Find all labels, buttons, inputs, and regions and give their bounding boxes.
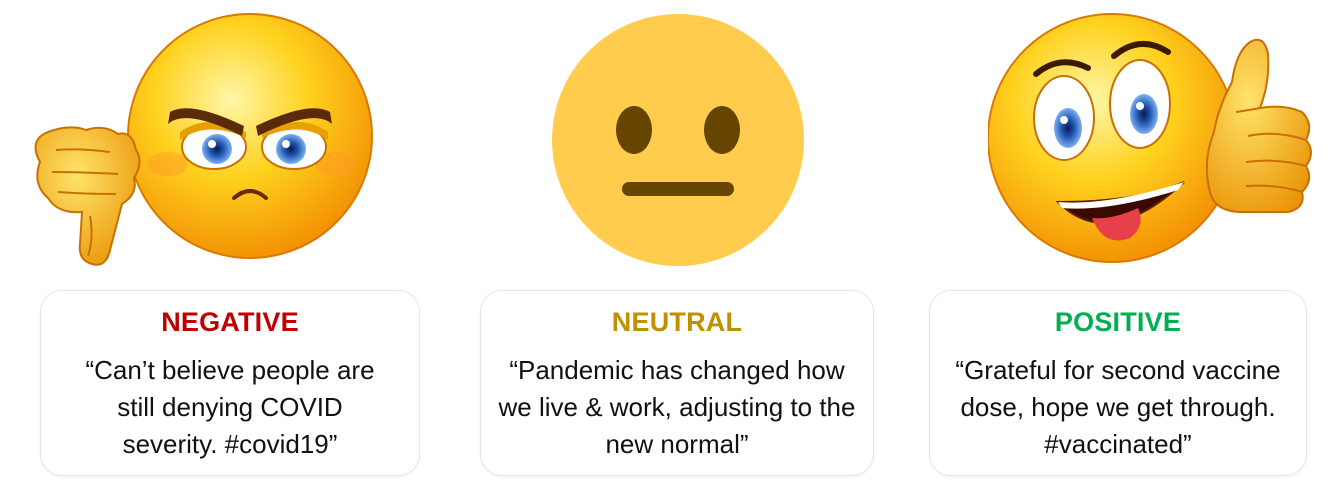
neutral-label: NEUTRAL [611, 307, 743, 337]
negative-card: NEGATIVE “Can’t believe people are still… [40, 290, 420, 476]
neutral-quote: “Pandemic has changed how we live & work… [498, 355, 856, 459]
neutral-card: NEUTRAL “Pandemic has changed how we liv… [480, 290, 874, 476]
positive-card: POSITIVE “Grateful for second vaccine do… [929, 290, 1307, 476]
neutral-face-icon [552, 14, 804, 266]
happy-face-thumbs-up-icon [988, 13, 1312, 263]
negative-quote: “Can’t believe people are still denying … [85, 355, 375, 459]
negative-label: NEGATIVE [161, 307, 299, 337]
angry-face-thumbs-down-icon [34, 13, 373, 266]
positive-label: POSITIVE [1054, 307, 1182, 337]
positive-quote: “Grateful for second vaccine dose, hope … [955, 355, 1281, 459]
